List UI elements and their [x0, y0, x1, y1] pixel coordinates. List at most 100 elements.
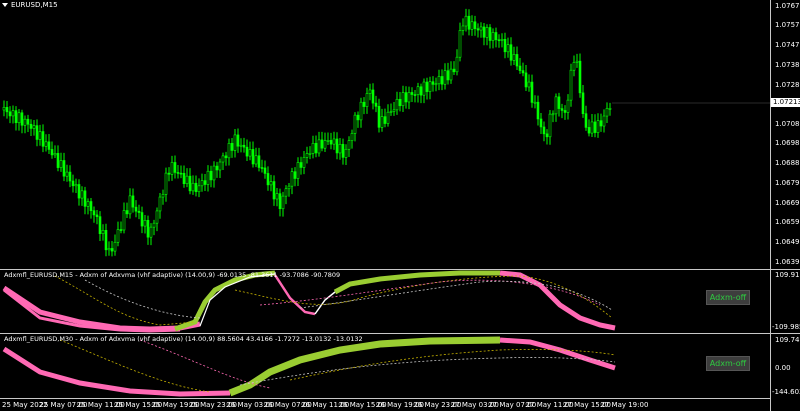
candle-body: [485, 27, 489, 38]
candle-body: [263, 167, 267, 174]
candle-body: [80, 190, 84, 199]
candle-body: [533, 101, 537, 104]
candle-body: [56, 153, 60, 168]
candle-body: [350, 133, 354, 141]
candle-body: [482, 26, 486, 38]
price-axis[interactable]: 1.076701.075701.074751.073801.072801.071…: [771, 0, 800, 269]
candle-body: [560, 108, 564, 111]
candle-body: [410, 92, 414, 95]
price-tick-label: 1.06690: [775, 199, 800, 207]
candle-body: [572, 62, 576, 71]
candle-body: [563, 110, 567, 113]
candle-body: [536, 101, 540, 120]
candle-body: [179, 172, 183, 175]
candle-body: [329, 140, 333, 145]
candle-body: [308, 153, 312, 155]
main-chart[interactable]: EURUSD,M15: [0, 0, 770, 269]
candle-body: [389, 111, 393, 113]
indicator-panel-1[interactable]: Adxmfl_EURUSD,M15 - Adxm of Adxvma (vhf …: [0, 270, 770, 333]
price-tick-label: 1.07380: [775, 61, 800, 69]
candle-body: [173, 162, 177, 173]
candle-body: [449, 68, 453, 81]
candle-body: [98, 216, 102, 234]
candle-body: [305, 153, 309, 158]
candle-body: [122, 210, 126, 231]
candle-body: [47, 141, 51, 150]
price-tick-label: 1.07475: [775, 41, 800, 49]
candle-body: [488, 27, 492, 41]
candle-body: [299, 162, 303, 168]
indicator-panel-2[interactable]: Adxmfl_EURUSD,M30 - Adxm of Adxvma (vhf …: [0, 334, 770, 398]
indicator-1-axis-bottom: -109.9856: [772, 323, 800, 331]
candle-body: [86, 201, 90, 207]
candle-body: [365, 93, 369, 107]
candle-body: [38, 131, 42, 140]
candle-body: [254, 155, 258, 165]
candle-body: [425, 81, 429, 92]
adxm-off-button[interactable]: Adxm-off: [706, 356, 750, 371]
symbol-text: EURUSD,M15: [11, 1, 58, 9]
candle-body: [140, 212, 144, 227]
candle-body: [233, 134, 237, 151]
candle-body: [203, 180, 207, 185]
candle-body: [527, 81, 531, 88]
candle-body: [119, 229, 123, 231]
candle-body: [464, 15, 468, 27]
candle-body: [269, 181, 273, 186]
candle-body: [101, 230, 105, 234]
candle-body: [77, 184, 81, 199]
candle-body: [155, 210, 159, 224]
candle-body: [368, 89, 372, 94]
candle-body: [35, 125, 39, 140]
candle-body: [158, 196, 162, 212]
candlestick-series: [2, 8, 770, 257]
candle-body: [437, 76, 441, 85]
candle-body: [11, 110, 15, 117]
dropdown-icon[interactable]: [2, 3, 8, 7]
indicator-2-axis-top: 109.7421: [775, 336, 800, 344]
time-tick-label: 27 May 19:00: [600, 401, 649, 409]
candle-body: [344, 148, 348, 158]
candle-body: [248, 149, 252, 157]
candle-body: [515, 54, 519, 67]
candle-body: [578, 60, 582, 94]
adxm-off-button[interactable]: Adxm-off: [706, 290, 750, 305]
candle-body: [581, 92, 585, 114]
candle-body: [218, 161, 222, 171]
price-tick-label: 1.07670: [775, 2, 800, 10]
indicator-2-axis-mid: 0.00: [775, 364, 791, 372]
candle-body: [278, 193, 282, 210]
candle-body: [332, 138, 336, 145]
candle-body: [461, 25, 465, 31]
price-tick-label: 1.07080: [775, 120, 800, 128]
time-axis[interactable]: 25 May 2022 25 May 07:00 25 May 11:00 25 Ma…: [0, 399, 770, 411]
candle-body: [182, 173, 186, 185]
candle-body: [32, 125, 36, 129]
candle-body: [275, 193, 279, 200]
price-tick-label: 1.07570: [775, 21, 800, 29]
price-tick-label: 1.06985: [775, 139, 800, 147]
candle-body: [392, 109, 396, 112]
candle-body: [125, 210, 129, 215]
candle-body: [395, 98, 399, 111]
candle-body: [506, 44, 510, 53]
candle-body: [371, 89, 375, 104]
candle-body: [356, 114, 360, 121]
candle-body: [197, 185, 201, 193]
price-tick-label: 1.06885: [775, 159, 800, 167]
candle-body: [374, 102, 378, 107]
candle-body: [347, 140, 351, 150]
price-tick-label: 1.06490: [775, 238, 800, 246]
candle-body: [8, 111, 12, 117]
candle-body: [146, 219, 150, 238]
candle-body: [65, 171, 69, 177]
candle-body: [128, 195, 132, 215]
candle-body: [314, 143, 318, 154]
candle-body: [110, 248, 114, 252]
candle-body: [596, 120, 600, 133]
candle-body: [398, 98, 402, 107]
symbol-label: EURUSD,M15: [2, 1, 58, 9]
indicator-1-title: Adxmfl_EURUSD,M15 - Adxm of Adxvma (vhf …: [4, 271, 341, 279]
candle-body: [503, 39, 507, 53]
candle-body: [473, 21, 477, 29]
